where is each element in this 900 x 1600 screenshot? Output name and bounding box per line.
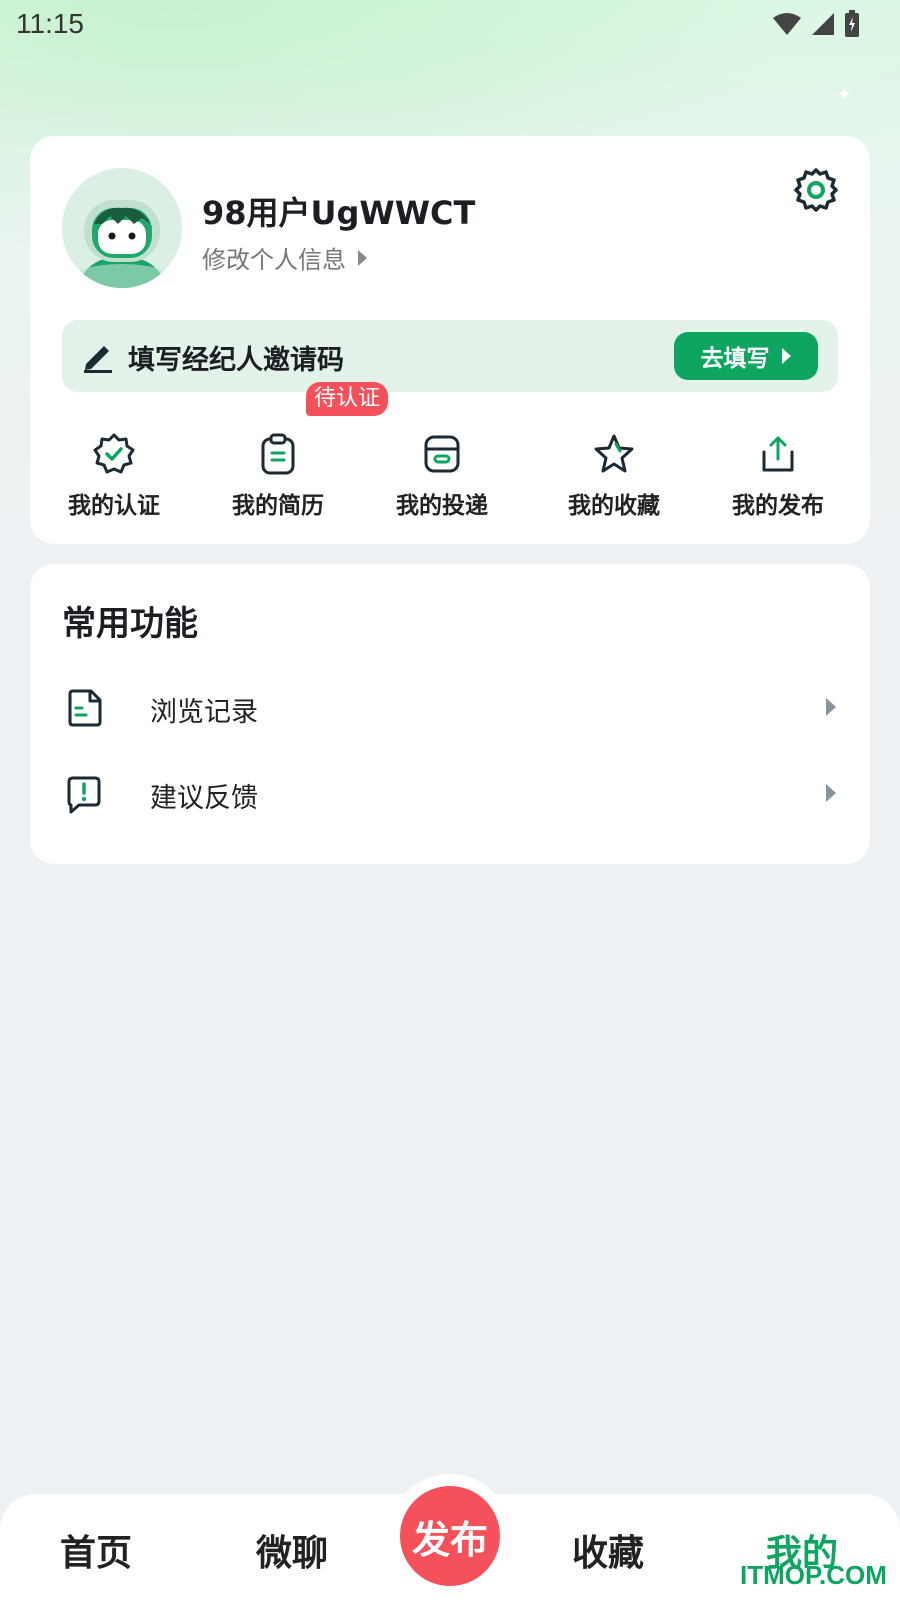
fill-invite-button-label: 去填写 <box>700 346 770 372</box>
edit-profile-link[interactable]: 修改个人信息 <box>202 240 368 275</box>
nav-home[interactable]: 首页 <box>60 1524 132 1576</box>
quick-item-resume[interactable]: 我的简历 <box>194 408 362 528</box>
quick-item-label: 我的收藏 <box>568 493 660 519</box>
status-icons <box>772 10 860 38</box>
quick-actions: 我的认证 我的简历 我的投递 我的收藏 我的发布 待认证 <box>30 382 870 528</box>
quick-item-label: 我的认证 <box>68 493 160 519</box>
publish-button[interactable]: 发布 <box>400 1486 500 1586</box>
pencil-icon <box>84 346 112 373</box>
list-item-label: 建议反馈 <box>150 783 258 814</box>
sparkle-icon: ✦ <box>836 82 853 106</box>
wifi-icon <box>773 13 801 35</box>
star-icon <box>594 434 634 473</box>
quick-item-applications[interactable]: 我的投递 <box>358 408 526 528</box>
invite-code-bar[interactable]: 填写经纪人邀请码 去填写 <box>62 320 838 392</box>
avatar[interactable] <box>62 168 182 288</box>
feedback-icon <box>67 776 101 814</box>
status-time: 11:15 <box>16 8 84 39</box>
upload-share-icon <box>762 436 794 472</box>
quick-item-label: 我的简历 <box>232 493 324 519</box>
status-bar: 11:15 <box>0 0 900 50</box>
inbox-box-icon <box>424 435 460 473</box>
gear-icon <box>794 168 838 212</box>
invite-code-label: 填写经纪人邀请码 <box>128 345 344 376</box>
pending-verification-badge: 待认证 <box>306 382 389 416</box>
quick-item-label: 我的投递 <box>396 493 488 519</box>
document-icon <box>68 689 102 727</box>
quick-item-posts[interactable]: 我的发布 <box>694 408 862 528</box>
verified-badge-icon <box>93 433 135 474</box>
quick-item-label: 我的发布 <box>732 493 824 519</box>
section-title: 常用功能 <box>62 604 198 644</box>
fill-invite-button[interactable]: 去填写 <box>674 332 818 380</box>
common-functions-card: 常用功能 浏览记录 建议反馈 <box>30 564 870 864</box>
nav-chat[interactable]: 微聊 <box>256 1524 328 1576</box>
list-item-browse-history[interactable]: 浏览记录 <box>62 678 838 738</box>
list-item-label: 浏览记录 <box>150 697 258 728</box>
quick-item-favorites[interactable]: 我的收藏 <box>530 408 698 528</box>
quick-item-certification[interactable]: 我的认证 <box>30 408 198 528</box>
watermark: ITMOP.COM <box>740 1560 887 1590</box>
publish-button-label: 发布 <box>411 1517 488 1562</box>
username: 98用户UgWWCT <box>202 194 476 232</box>
settings-button[interactable] <box>792 166 840 214</box>
profile-card: 98用户UgWWCT 修改个人信息 填写经纪人邀请码 去填写 我的认证 我的简历… <box>30 136 870 544</box>
nav-favorites[interactable]: 收藏 <box>572 1524 644 1576</box>
edit-profile-label: 修改个人信息 <box>202 246 346 274</box>
list-item-feedback[interactable]: 建议反馈 <box>62 764 838 824</box>
avatar-image <box>62 168 182 288</box>
caret-right-icon <box>781 348 791 364</box>
chevron-right-icon <box>826 784 836 802</box>
caret-right-icon <box>358 249 367 266</box>
signal-icon <box>812 13 834 35</box>
chevron-right-icon <box>826 698 836 716</box>
clipboard-icon <box>261 433 295 475</box>
battery-icon <box>845 10 859 37</box>
